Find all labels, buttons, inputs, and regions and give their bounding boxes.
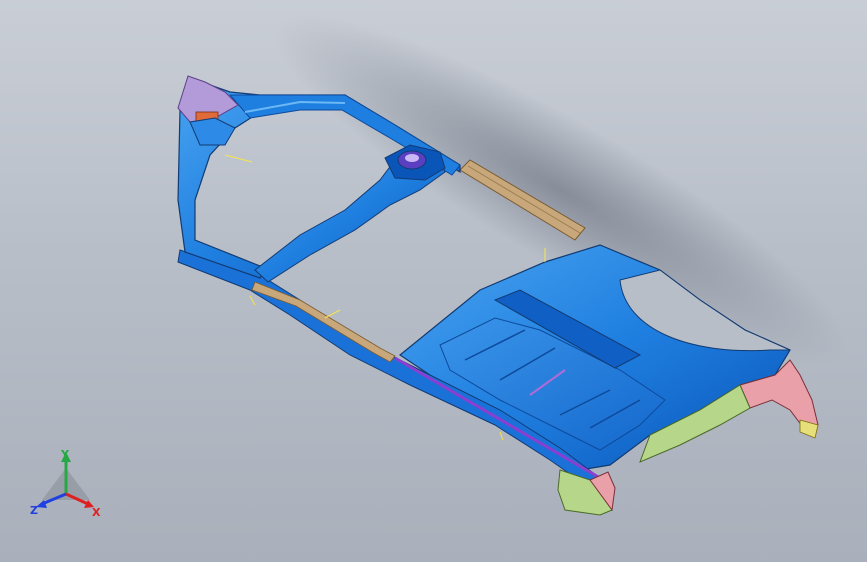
- x-axis-label: X: [92, 506, 101, 519]
- y-axis-label: Y: [60, 448, 70, 461]
- tunnel-cross-member[interactable]: [254, 144, 446, 283]
- graphics-viewport[interactable]: Y X Z: [0, 0, 867, 562]
- cad-model-view[interactable]: [0, 0, 867, 562]
- view-orientation-triad: Y X Z: [30, 448, 101, 519]
- z-axis-label: Z: [30, 504, 38, 517]
